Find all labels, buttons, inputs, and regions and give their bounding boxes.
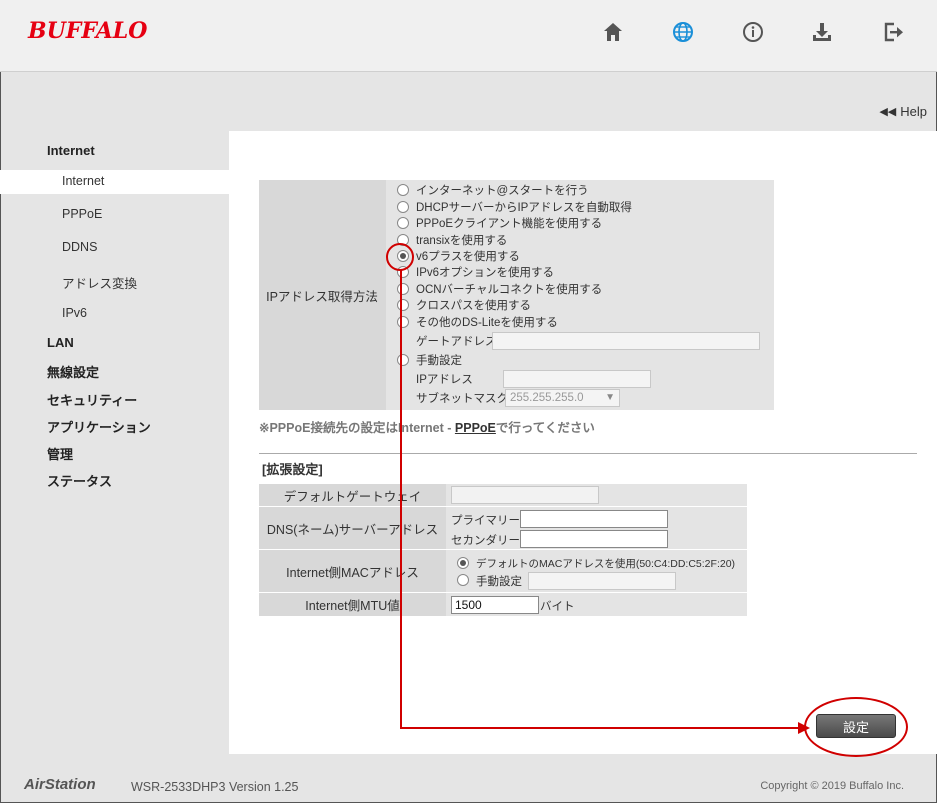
option-label: その他のDS-Liteを使用する xyxy=(416,317,558,329)
option-label: OCNバーチャルコネクトを使用する xyxy=(416,284,603,296)
extended-settings-title: [拡張設定] xyxy=(262,462,323,477)
radio-mac-manual[interactable] xyxy=(457,574,469,586)
info-icon[interactable] xyxy=(739,18,767,46)
manual-setting-label: 手動設定 xyxy=(416,355,462,367)
default-gateway-label: デフォルトゲートウェイ xyxy=(259,484,446,506)
default-gateway-input[interactable] xyxy=(451,486,599,504)
option-label: DHCPサーバーからIPアドレスを自動取得 xyxy=(416,202,632,214)
sidebar-item-address-translation[interactable]: アドレス変換 xyxy=(62,273,137,292)
option-label: v6プラスを使用する xyxy=(416,251,520,263)
option-label: クロスパスを使用する xyxy=(416,300,531,312)
copyright: Copyright © 2019 Buffalo Inc. xyxy=(760,780,904,792)
radio-crosspass[interactable] xyxy=(397,299,409,311)
mac-manual-input[interactable] xyxy=(528,572,676,590)
mtu-unit: バイト xyxy=(540,601,575,613)
option-label: インターネット@スタートを行う xyxy=(416,185,589,197)
globe-icon[interactable] xyxy=(669,18,697,46)
ip-address-label: IPアドレス xyxy=(416,374,473,386)
model-version: WSR-2533DHP3 Version 1.25 xyxy=(131,780,299,794)
radio-pppoe-client[interactable] xyxy=(397,217,409,229)
note-prefix: ※PPPoE接続先の設定はInternet - xyxy=(259,421,455,435)
airstation-logo: AirStation xyxy=(24,776,96,793)
home-icon[interactable] xyxy=(599,18,627,46)
gateway-address-label: ゲートアドレス xyxy=(416,336,497,348)
sidebar-item-application[interactable]: アプリケーション xyxy=(47,417,151,436)
sidebar-item-internet-header[interactable]: Internet xyxy=(47,143,95,158)
ip-method-label: IPアドレス取得方法 xyxy=(266,289,378,304)
primary-dns-input[interactable] xyxy=(520,510,668,528)
radio-dhcp[interactable] xyxy=(397,201,409,213)
sidebar-item-wireless[interactable]: 無線設定 xyxy=(47,362,99,381)
annotation-circle-v6plus xyxy=(386,243,414,271)
help-label: Help xyxy=(900,104,927,119)
sidebar-item-lan[interactable]: LAN xyxy=(47,335,74,350)
sidebar-item-internet[interactable]: Internet xyxy=(62,174,104,188)
double-chevron-left-icon: ◀◀ xyxy=(879,106,897,118)
section-divider xyxy=(259,453,917,454)
mac-default-label: デフォルトのMACアドレスを使用(50:C4:DD:C5:2F:20) xyxy=(476,558,736,570)
mac-manual-label: 手動設定 xyxy=(476,576,522,588)
option-label: PPPoEクライアント機能を使用する xyxy=(416,218,603,230)
option-label: transixを使用する xyxy=(416,235,508,247)
subnet-mask-label: サブネットマスク xyxy=(416,393,508,405)
help-link[interactable]: ◀◀ Help xyxy=(879,104,927,119)
sidebar-item-status[interactable]: ステータス xyxy=(47,471,112,490)
sidebar-item-admin[interactable]: 管理 xyxy=(47,444,73,463)
secondary-dns-label: セカンダリー: xyxy=(451,535,524,547)
dns-label: DNS(ネーム)サーバーアドレス xyxy=(259,507,446,549)
header: BUFFALO xyxy=(0,0,937,72)
subnet-mask-value: 255.255.255.0 xyxy=(510,392,584,404)
sidebar-item-ipv6[interactable]: IPv6 xyxy=(62,306,87,320)
sidebar-item-pppoe[interactable]: PPPoE xyxy=(62,207,102,221)
chevron-down-icon: ▼ xyxy=(605,392,615,403)
annotation-line-horizontal xyxy=(400,727,800,729)
mtu-label: Internet側MTU値 xyxy=(259,593,446,616)
sidebar-item-security[interactable]: セキュリティー xyxy=(47,390,137,409)
option-label: IPv6オプションを使用する xyxy=(416,267,555,279)
radio-manual[interactable] xyxy=(397,354,409,366)
radio-internet-start[interactable] xyxy=(397,184,409,196)
pppoe-note: ※PPPoE接続先の設定はInternet - PPPoEで行ってください xyxy=(259,417,595,436)
radio-other-ds-lite[interactable] xyxy=(397,316,409,328)
sidebar-active-highlight xyxy=(0,170,229,194)
ip-address-input[interactable] xyxy=(503,370,651,388)
logout-icon[interactable] xyxy=(879,18,907,46)
gateway-address-input[interactable] xyxy=(492,332,760,350)
pppoe-link[interactable]: PPPoE xyxy=(455,421,496,435)
note-suffix: で行ってください xyxy=(495,421,595,435)
secondary-dns-input[interactable] xyxy=(520,530,668,548)
subnet-mask-select[interactable]: 255.255.255.0 ▼ xyxy=(505,389,620,407)
buffalo-logo: BUFFALO xyxy=(28,18,148,44)
mac-label: Internet側MACアドレス xyxy=(259,550,446,592)
sidebar-item-ddns[interactable]: DDNS xyxy=(62,240,97,254)
radio-ocn-virtual-connect[interactable] xyxy=(397,283,409,295)
download-icon[interactable] xyxy=(808,18,836,46)
set-button[interactable]: 設定 xyxy=(816,714,896,738)
radio-mac-default[interactable] xyxy=(457,557,469,569)
mtu-input[interactable]: 1500 xyxy=(451,596,539,614)
primary-dns-label: プライマリー: xyxy=(451,515,524,527)
annotation-line-vertical xyxy=(400,270,402,729)
